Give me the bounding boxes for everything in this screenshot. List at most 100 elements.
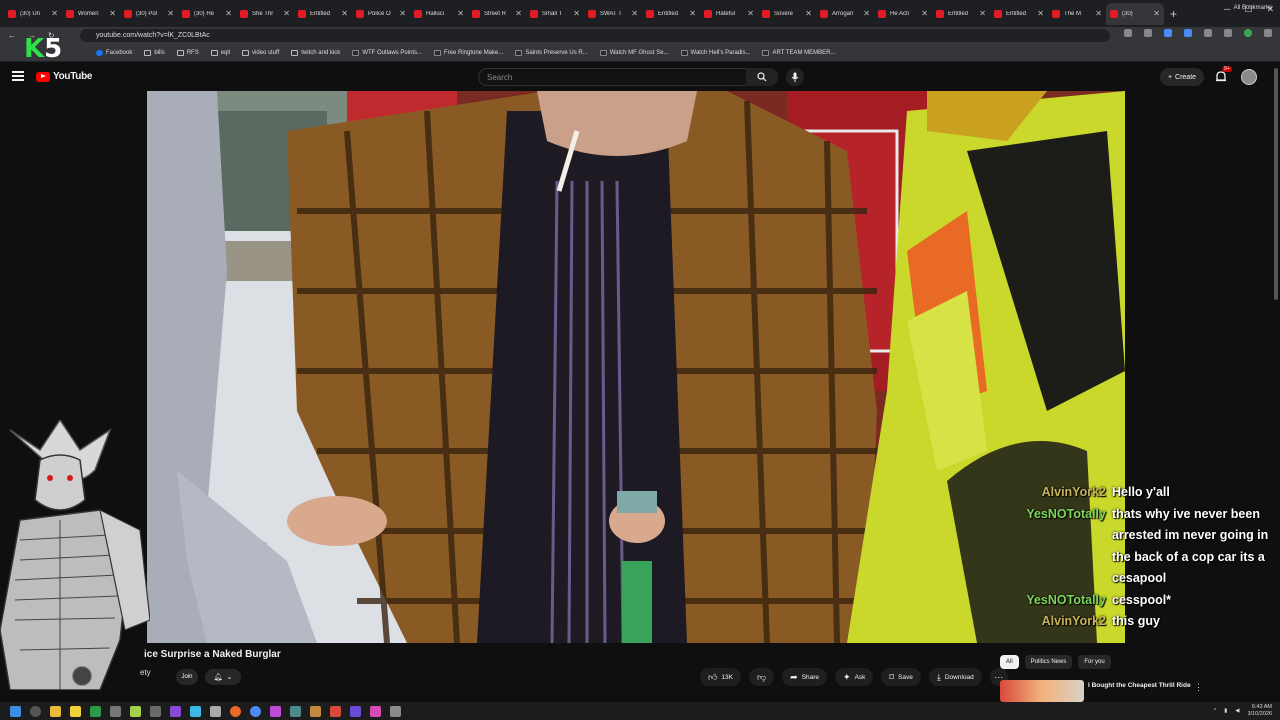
bookmark-item[interactable]: bills — [144, 49, 165, 56]
browser-tab[interactable]: Small T ✕ — [526, 3, 584, 25]
join-button[interactable]: Join — [176, 669, 198, 685]
close-tab-icon[interactable]: ✕ — [225, 9, 232, 18]
scroll-thumb[interactable] — [1274, 68, 1278, 300]
account-avatar[interactable] — [1241, 69, 1257, 85]
dislike-button[interactable]: 👎︎ — [748, 668, 775, 686]
file-explorer-icon[interactable] — [50, 705, 61, 717]
close-tab-icon[interactable]: ✕ — [51, 9, 58, 18]
download-button[interactable]: ⤓ Download — [928, 668, 982, 686]
channel-name[interactable]: ety — [140, 668, 151, 677]
video-player[interactable] — [147, 91, 1125, 643]
browser-tab[interactable]: She Thr ✕ — [236, 3, 294, 25]
app-icon[interactable] — [290, 705, 301, 717]
url-bar[interactable]: youtube.com/watch?v=lK_ZC0LBtAc — [80, 29, 1110, 42]
close-tab-icon[interactable]: ✕ — [573, 9, 580, 18]
app-icon[interactable] — [270, 705, 281, 717]
close-tab-icon[interactable]: ✕ — [689, 9, 696, 18]
new-tab-button[interactable]: + — [1170, 7, 1177, 21]
star-icon[interactable] — [1144, 29, 1152, 37]
firefox-icon[interactable] — [230, 705, 241, 717]
all-bookmarks[interactable]: All Bookmarks — [1234, 5, 1272, 11]
hamburger-menu-icon[interactable] — [12, 71, 24, 81]
xbox-icon[interactable] — [90, 705, 101, 717]
browser-tab[interactable]: The M ✕ — [1048, 3, 1106, 25]
recommended-title[interactable]: I Bought the Cheapest Thrill Ride — [1088, 681, 1208, 690]
browser-tab[interactable]: Entitled ✕ — [642, 3, 700, 25]
sidepanel-icon[interactable] — [1224, 29, 1232, 37]
filter-chip[interactable]: Politics News — [1024, 655, 1073, 669]
notifications-bell-icon[interactable] — [1214, 70, 1228, 84]
app-icon[interactable] — [170, 705, 181, 717]
app-icon[interactable] — [350, 705, 361, 717]
browser-tab[interactable]: (30) He ✕ — [178, 3, 236, 25]
search-button[interactable] — [746, 68, 778, 86]
close-tab-icon[interactable]: ✕ — [921, 9, 928, 18]
save-button[interactable]: ⌑ Save — [881, 668, 921, 686]
close-tab-icon[interactable]: ✕ — [1037, 9, 1044, 18]
clock[interactable]: 6:43 AM 3/10/2026 — [1248, 704, 1272, 718]
create-button[interactable]: + Create — [1160, 68, 1204, 86]
recommended-video[interactable]: I Bought the Cheapest Thrill Ride ⋮ — [1000, 680, 1270, 702]
bookmark-item[interactable]: WTF Outlaws Points... — [352, 49, 422, 56]
browser-tab[interactable]: SWAT T ✕ — [584, 3, 642, 25]
close-tab-icon[interactable]: ✕ — [341, 9, 348, 18]
like-button[interactable]: 👍︎ 13K — [700, 668, 741, 686]
extension-icon[interactable] — [1184, 29, 1192, 37]
bookmark-item[interactable]: Watch Hell's Paradis... — [680, 49, 750, 56]
close-tab-icon[interactable]: ✕ — [1153, 9, 1160, 18]
close-tab-icon[interactable]: ✕ — [747, 9, 754, 18]
app-icon[interactable] — [370, 705, 381, 717]
bookmark-item[interactable]: Watch MF Ghost Se... — [599, 49, 669, 56]
browser-tab[interactable]: He Acti ✕ — [874, 3, 932, 25]
kebab-menu-icon[interactable]: ⋮ — [1194, 682, 1203, 693]
network-icon[interactable]: ▮ — [1224, 708, 1227, 714]
app-icon[interactable] — [330, 705, 341, 717]
browser-tab[interactable]: Sovere ✕ — [758, 3, 816, 25]
close-tab-icon[interactable]: ✕ — [399, 9, 406, 18]
browser-tab[interactable]: Hateful ✕ — [700, 3, 758, 25]
bookmark-item[interactable]: video stuff — [242, 49, 279, 56]
close-tab-icon[interactable]: ✕ — [109, 9, 116, 18]
install-icon[interactable] — [1124, 29, 1132, 37]
app-icon[interactable] — [130, 705, 141, 717]
chevron-up-icon[interactable]: ^ — [1214, 708, 1217, 714]
filter-chip[interactable]: For you — [1078, 655, 1111, 669]
share-button[interactable]: ➦ Share — [782, 668, 828, 686]
back-icon[interactable]: ← — [8, 31, 16, 40]
minimize-icon[interactable]: ─ — [1224, 4, 1230, 15]
volume-icon[interactable]: ◀ — [1235, 708, 1239, 714]
bookmark-item[interactable]: RFS — [176, 49, 199, 56]
close-tab-icon[interactable]: ✕ — [863, 9, 870, 18]
browser-tab[interactable]: Arrogan ✕ — [816, 3, 874, 25]
settings-icon[interactable] — [110, 705, 121, 717]
sticky-notes-icon[interactable] — [70, 705, 81, 717]
bookmark-item[interactable]: Facebook — [96, 49, 132, 56]
bookmark-item[interactable]: eqll — [210, 49, 230, 56]
close-tab-icon[interactable]: ✕ — [457, 9, 464, 18]
channel-avatar[interactable] — [72, 666, 92, 686]
youtube-logo[interactable]: YouTube — [36, 71, 93, 82]
close-tab-icon[interactable]: ✕ — [515, 9, 522, 18]
browser-tab[interactable]: Street R ✕ — [468, 3, 526, 25]
bookmark-item[interactable]: Free Ringtone Make... — [434, 49, 503, 56]
bookmark-item[interactable]: ART TEAM MEMBER... — [762, 49, 836, 56]
app-icon[interactable] — [150, 705, 161, 717]
chrome-icon[interactable] — [250, 705, 261, 717]
close-tab-icon[interactable]: ✕ — [979, 9, 986, 18]
app-icon[interactable] — [190, 705, 201, 717]
app-icon[interactable] — [390, 705, 401, 717]
extension-icon[interactable] — [1164, 29, 1172, 37]
kebab-menu-icon[interactable] — [1264, 29, 1272, 37]
app-icon[interactable] — [310, 705, 321, 717]
close-tab-icon[interactable]: ✕ — [283, 9, 290, 18]
browser-tab[interactable]: Women ✕ — [62, 3, 120, 25]
close-tab-icon[interactable]: ✕ — [167, 9, 174, 18]
bookmark-item[interactable]: twitch and kick — [291, 49, 340, 56]
browser-tab[interactable]: Entitled ✕ — [932, 3, 990, 25]
filter-chip[interactable]: All — [1000, 655, 1019, 669]
bookmark-item[interactable]: Saints Preserve Us R... — [515, 49, 588, 56]
browser-tab[interactable]: (30) ✕ — [1106, 2, 1164, 25]
close-tab-icon[interactable]: ✕ — [805, 9, 812, 18]
windows-start-icon[interactable] — [10, 705, 21, 717]
voice-search-button[interactable] — [786, 68, 804, 86]
